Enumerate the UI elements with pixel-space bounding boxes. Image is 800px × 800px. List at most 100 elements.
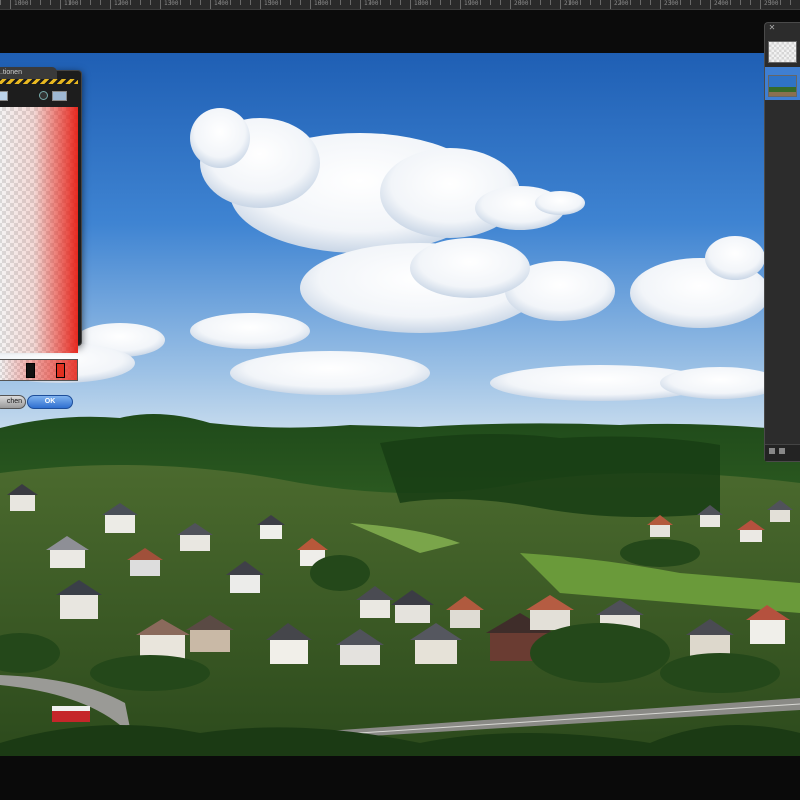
ruler-tick [400, 0, 401, 5]
ruler-label: 1500 [264, 0, 279, 7]
layer-item-selected[interactable] [765, 67, 800, 100]
ruler-tick [640, 0, 641, 5]
ruler-tick [330, 0, 331, 5]
ruler-tick [690, 0, 691, 5]
ruler-tick [740, 0, 741, 5]
ruler-tick [630, 0, 631, 5]
layers-panel: ✕ [764, 22, 800, 462]
ok-button[interactable]: OK [27, 395, 73, 409]
ruler-tick [210, 0, 211, 9]
ruler-tick [450, 0, 451, 5]
image-canvas[interactable] [0, 53, 800, 756]
ruler-tick [650, 0, 651, 5]
ruler-tick [570, 0, 571, 5]
panel-title[interactable]: ..tionen [0, 67, 57, 79]
ruler-tick [340, 0, 341, 5]
ruler-tick [190, 0, 191, 5]
ruler-tick [310, 0, 311, 9]
radio-button[interactable] [39, 91, 48, 100]
ruler-tick [290, 0, 291, 5]
ruler-tick [700, 0, 701, 5]
ruler-tick [430, 0, 431, 5]
ruler-tick [500, 0, 501, 5]
layer-options-icon[interactable] [779, 448, 785, 454]
ruler-tick [490, 0, 491, 5]
ruler-tick [30, 0, 31, 5]
cancel-button[interactable]: chen [0, 395, 26, 409]
ruler-tick [660, 0, 661, 9]
ruler-tick [720, 0, 721, 5]
ruler-tick [770, 0, 771, 5]
ruler-tick [470, 0, 471, 5]
ruler-tick [350, 0, 351, 5]
layer-thumbnail-photo [768, 75, 797, 97]
ruler-tick [710, 0, 711, 9]
ruler-tick [0, 0, 1, 5]
ruler-tick [240, 0, 241, 5]
ruler-tick [780, 0, 781, 5]
gradient-editor-panel: ..tionen chen OK [0, 67, 82, 409]
ruler-tick [680, 0, 681, 5]
color-stop-dark[interactable] [26, 363, 35, 378]
layer-thumbnail-transparent[interactable] [768, 41, 797, 63]
ruler-tick [580, 0, 581, 5]
ruler-tick [70, 0, 71, 5]
ruler-tick [320, 0, 321, 5]
ruler-tick [80, 0, 81, 5]
ruler-tick [420, 0, 421, 5]
ruler-label: 1300 [164, 0, 179, 7]
color-stop-red[interactable] [56, 363, 65, 378]
radial-mode-icon[interactable] [52, 91, 67, 101]
ruler-tick [110, 0, 111, 9]
landscape-photo [0, 53, 800, 756]
ruler-label: 1600 [314, 0, 329, 7]
gradient-preview[interactable] [0, 107, 78, 353]
panel-stripe [0, 79, 78, 84]
ruler-tick [610, 0, 611, 9]
ruler-tick [200, 0, 201, 5]
ruler-label: 2000 [514, 0, 529, 7]
ruler-label: 1100 [64, 0, 79, 7]
ruler-label: 2200 [614, 0, 629, 7]
add-layer-icon[interactable] [769, 448, 775, 454]
ruler-tick [270, 0, 271, 5]
ruler-tick [250, 0, 251, 5]
ruler-tick [230, 0, 231, 5]
ruler-tick [510, 0, 511, 9]
ruler-tick [590, 0, 591, 5]
ruler-label: 1000 [14, 0, 29, 7]
close-icon[interactable]: ✕ [768, 24, 776, 32]
ruler-tick [20, 0, 21, 5]
ruler-tick [480, 0, 481, 5]
ruler-tick [40, 0, 41, 5]
ruler-label: 1200 [114, 0, 129, 7]
ruler-tick [760, 0, 761, 9]
ruler-tick [550, 0, 551, 5]
ruler-tick [90, 0, 91, 5]
gradient-stop-bar[interactable] [0, 359, 78, 381]
ruler-tick [730, 0, 731, 5]
ruler-tick [670, 0, 671, 5]
ruler-tick [460, 0, 461, 9]
ruler-tick [220, 0, 221, 5]
top-ruler: 1000 1100 1200 1300 1400 1500 1600 1700 1800 1900… [0, 0, 800, 10]
ruler-tick [390, 0, 391, 5]
ruler-tick [100, 0, 101, 5]
ruler-tick [440, 0, 441, 5]
ruler-tick [170, 0, 171, 5]
ruler-tick [280, 0, 281, 5]
linear-mode-icon[interactable] [0, 91, 8, 101]
ruler-tick [140, 0, 141, 5]
ruler-tick [360, 0, 361, 9]
ruler-tick [540, 0, 541, 5]
ruler-tick [790, 0, 791, 5]
ruler-tick [560, 0, 561, 9]
ruler-tick [160, 0, 161, 9]
ruler-label: 1400 [214, 0, 229, 7]
ruler-tick [150, 0, 151, 5]
ruler-tick [370, 0, 371, 5]
ruler-tick [60, 0, 61, 9]
gradient-options-row [0, 89, 78, 101]
ruler-tick [600, 0, 601, 5]
bottom-bar [0, 756, 800, 800]
